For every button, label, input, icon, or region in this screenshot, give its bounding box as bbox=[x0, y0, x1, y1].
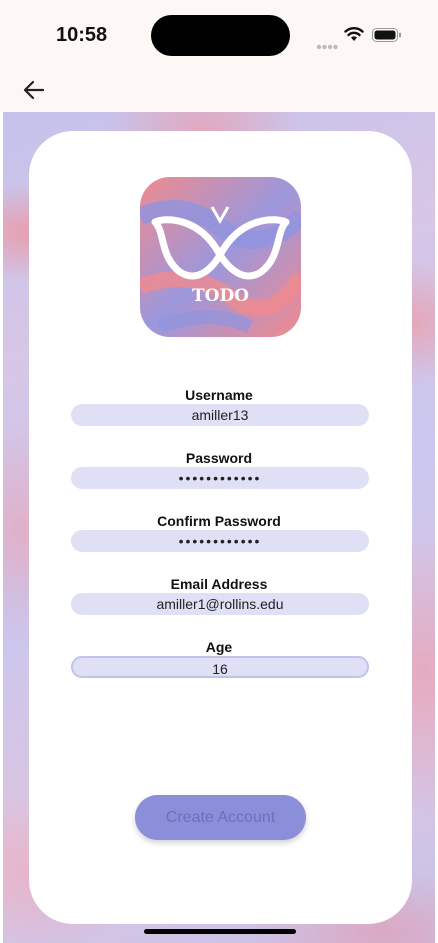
app-bar bbox=[0, 70, 438, 112]
username-field[interactable]: amiller13 bbox=[71, 404, 369, 426]
age-field[interactable]: 16 bbox=[71, 656, 369, 678]
back-button[interactable] bbox=[20, 78, 48, 106]
confirm-password-label: Confirm Password bbox=[157, 513, 281, 529]
logo-text: TODO bbox=[191, 286, 249, 306]
status-bar: 10:58 bbox=[0, 0, 438, 70]
app-logo: TODO bbox=[140, 177, 301, 337]
password-field[interactable]: •••••••••••• bbox=[71, 467, 369, 489]
email-field[interactable]: amiller1@rollins.edu bbox=[71, 593, 369, 615]
password-label: Password bbox=[185, 450, 253, 466]
wifi-icon bbox=[344, 26, 364, 47]
battery-icon bbox=[372, 28, 402, 47]
confirm-password-field[interactable]: •••••••••••• bbox=[71, 530, 369, 552]
age-label: Age bbox=[205, 639, 233, 655]
back-arrow-icon bbox=[23, 80, 45, 105]
signal-icon bbox=[316, 37, 338, 55]
dynamic-island bbox=[151, 15, 290, 56]
email-label: Email Address bbox=[170, 576, 268, 592]
username-label: Username bbox=[185, 387, 253, 403]
create-account-button[interactable]: Create Account bbox=[135, 795, 306, 840]
home-indicator bbox=[144, 929, 296, 934]
status-time: 10:58 bbox=[56, 24, 108, 46]
